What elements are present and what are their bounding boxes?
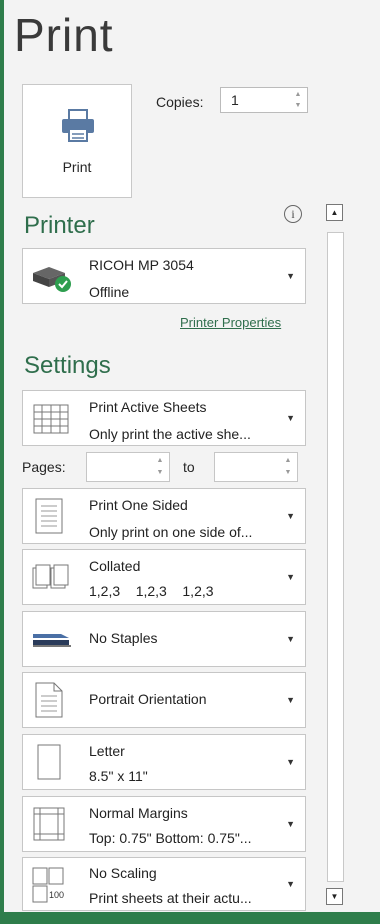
printer-dropdown[interactable]: RICOH MP 3054 Offline ▼ (22, 248, 306, 304)
margins-icon (33, 807, 65, 841)
orientation-label: Portrait Orientation (89, 691, 207, 707)
page-size-icon (37, 744, 61, 780)
info-icon[interactable]: i (284, 205, 302, 223)
chevron-down-icon: ▼ (286, 879, 295, 889)
scaling-dropdown[interactable]: 100 No Scaling Print sheets at their act… (22, 857, 306, 911)
spin-down-icon[interactable]: ▼ (155, 468, 165, 478)
margins-dropdown[interactable]: Normal Margins Top: 0.75" Bottom: 0.75".… (22, 796, 306, 852)
chevron-down-icon: ▼ (286, 819, 295, 829)
scroll-up-icon[interactable]: ▲ (326, 204, 343, 221)
scroll-down-icon[interactable]: ▼ (326, 888, 343, 905)
print-what-dropdown[interactable]: Print Active Sheets Only print the activ… (22, 390, 306, 446)
window-frame-left (0, 0, 4, 924)
spin-up-icon[interactable]: ▲ (293, 90, 303, 100)
one-sided-icon (35, 498, 63, 534)
chevron-down-icon: ▼ (286, 271, 295, 281)
sheets-icon (33, 404, 69, 434)
spin-up-icon[interactable]: ▲ (283, 456, 293, 466)
orientation-dropdown[interactable]: Portrait Orientation ▼ (22, 672, 306, 728)
copies-value: 1 (231, 92, 239, 108)
chevron-down-icon: ▼ (286, 511, 295, 521)
staples-label: No Staples (89, 630, 158, 646)
spin-up-icon[interactable]: ▲ (155, 456, 165, 466)
scaling-desc: Print sheets at their actu... (89, 890, 252, 906)
printer-properties-link[interactable]: Printer Properties (180, 315, 281, 330)
paper-size-desc: 8.5" x 11" (89, 768, 148, 784)
scaling-icon-text: 100 (49, 890, 65, 900)
print-button[interactable]: Print (22, 84, 132, 198)
stapler-icon (33, 634, 71, 647)
chevron-down-icon: ▼ (286, 757, 295, 767)
print-what-label: Print Active Sheets (89, 399, 207, 415)
printer-heading: Printer (24, 212, 95, 239)
collated-icon (32, 564, 69, 589)
pages-label: Pages: (22, 459, 66, 475)
print-button-label: Print (62, 159, 92, 175)
window-frame-bottom (0, 912, 380, 924)
collation-desc: 1,2,3 1,2,3 1,2,3 (89, 583, 214, 599)
printer-status: Offline (89, 284, 130, 300)
chevron-down-icon: ▼ (286, 413, 295, 423)
paper-size-label: Letter (89, 743, 125, 759)
sided-desc: Only print on one side of... (89, 524, 253, 540)
copies-input[interactable]: 1 ▲ ▼ (220, 87, 308, 113)
sided-dropdown[interactable]: Print One Sided Only print on one side o… (22, 488, 306, 544)
copies-label: Copies: (156, 94, 204, 110)
spin-down-icon[interactable]: ▼ (283, 468, 293, 478)
collation-label: Collated (89, 558, 141, 574)
pages-to-label: to (183, 459, 195, 475)
spin-down-icon[interactable]: ▼ (293, 101, 303, 111)
pages-from-input[interactable]: ▲ ▼ (86, 452, 170, 482)
portrait-icon (35, 682, 63, 718)
settings-heading: Settings (24, 352, 111, 379)
printer-name: RICOH MP 3054 (89, 257, 194, 273)
pages-to-input[interactable]: ▲ ▼ (214, 452, 298, 482)
collation-dropdown[interactable]: Collated 1,2,3 1,2,3 1,2,3 ▼ (22, 549, 306, 605)
scaling-label: No Scaling (89, 865, 157, 881)
chevron-down-icon: ▼ (286, 572, 295, 582)
scrollbar-thumb[interactable] (327, 232, 344, 882)
chevron-down-icon: ▼ (286, 695, 295, 705)
staples-dropdown[interactable]: No Staples ▼ (22, 611, 306, 667)
page-title: Print (14, 9, 114, 61)
paper-size-dropdown[interactable]: Letter 8.5" x 11" ▼ (22, 734, 306, 790)
sided-label: Print One Sided (89, 497, 188, 513)
chevron-down-icon: ▼ (286, 634, 295, 644)
printer-status-icon (33, 267, 71, 292)
printer-icon (62, 109, 94, 142)
margins-desc: Top: 0.75" Bottom: 0.75"... (89, 830, 252, 846)
print-what-desc: Only print the active she... (89, 426, 251, 442)
margins-label: Normal Margins (89, 805, 188, 821)
scrollbar[interactable]: ▲ ▼ (326, 202, 346, 908)
